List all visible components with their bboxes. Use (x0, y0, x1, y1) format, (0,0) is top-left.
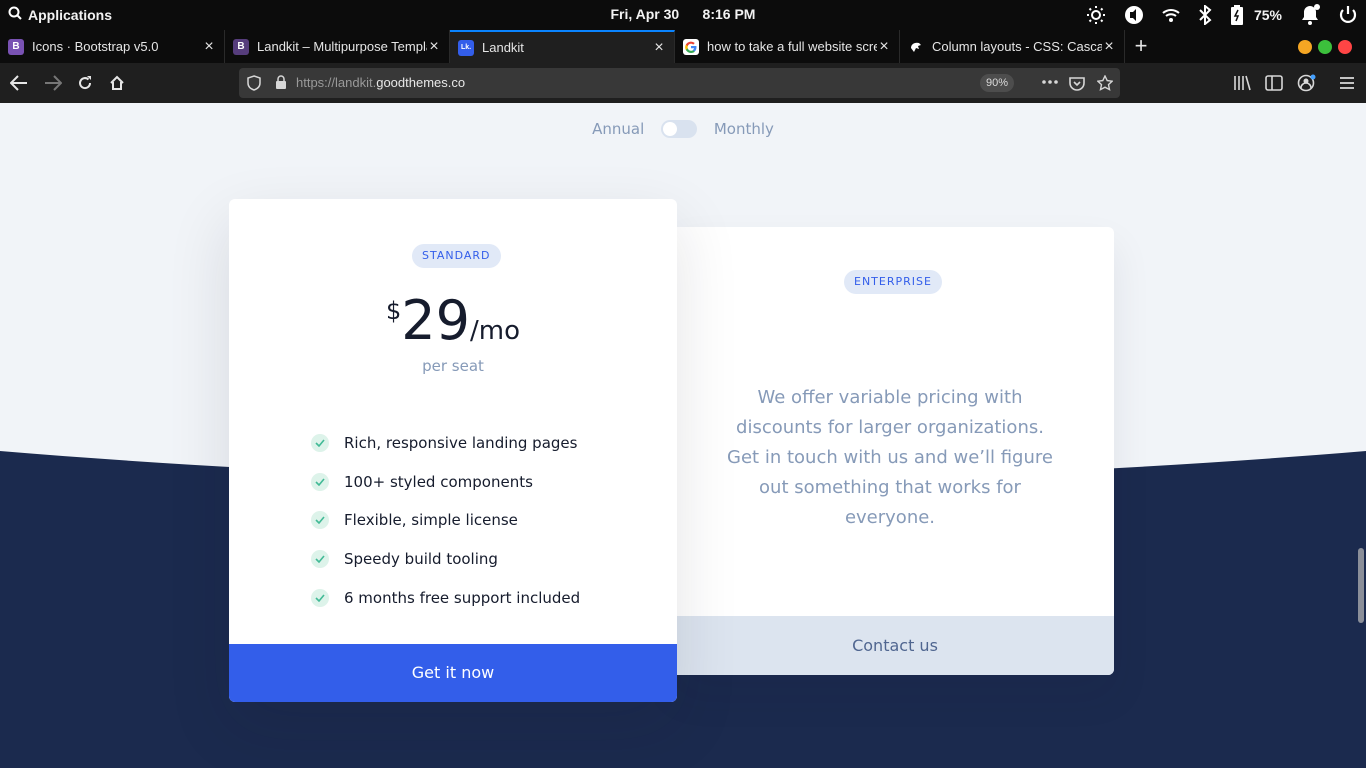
applications-menu[interactable]: Applications (8, 6, 112, 23)
notification-bell-icon[interactable] (1300, 4, 1320, 26)
zoom-level-badge[interactable]: 90% (980, 74, 1015, 92)
price-amount: 29 (401, 289, 470, 352)
checkmark-icon (311, 472, 329, 491)
enterprise-badge: ENTERPRISE (844, 270, 942, 294)
lock-icon[interactable] (275, 75, 287, 95)
feature-label: 100+ styled components (344, 472, 533, 491)
tab-bootstrap-icons[interactable]: B Icons · Bootstrap v5.0 × (0, 30, 225, 63)
tab-google-search[interactable]: how to take a full website screenshot × (675, 30, 900, 63)
feature-label: 6 months free support included (344, 588, 581, 607)
landkit-favicon-icon: Lk. (458, 39, 474, 56)
feature-label: Rich, responsive landing pages (344, 434, 578, 453)
monthly-label: Monthly (713, 119, 774, 138)
reload-button[interactable] (70, 69, 100, 97)
home-icon (110, 75, 124, 90)
billing-period-switch[interactable] (661, 119, 698, 138)
window-controls (1298, 40, 1352, 54)
battery-icon (1230, 5, 1243, 25)
wifi-icon[interactable] (1162, 7, 1180, 23)
bootstrap-favicon-icon: B (233, 38, 249, 55)
contact-us-button[interactable]: Contact us (676, 616, 1114, 675)
close-tab-icon[interactable]: × (202, 38, 216, 56)
system-top-bar: Applications Fri, Apr 30 8:16 PM 75% (0, 0, 1366, 30)
forward-button[interactable] (38, 69, 68, 97)
system-tray: 75% (1086, 4, 1358, 26)
feature-item: 6 months free support included (311, 578, 580, 617)
minimize-button[interactable] (1298, 40, 1312, 54)
page-actions-icon[interactable] (1041, 74, 1059, 95)
battery-indicator[interactable]: 75% (1230, 5, 1282, 25)
search-icon (8, 6, 22, 23)
checkmark-icon (311, 511, 329, 530)
volume-icon[interactable] (1124, 5, 1144, 25)
google-favicon-icon (683, 38, 699, 55)
night-light-icon[interactable] (1086, 5, 1106, 25)
feature-label: Speedy build tooling (344, 550, 498, 569)
tab-title: Landkit (482, 40, 524, 55)
new-tab-button[interactable]: + (1128, 33, 1154, 59)
applications-label: Applications (28, 6, 113, 23)
arrow-left-icon (10, 75, 27, 91)
address-bar[interactable]: https://landkit.goodthemes.co 90% (239, 68, 1120, 98)
tab-landkit-active[interactable]: Lk. Landkit × (450, 30, 675, 63)
url-domain: goodthemes.co (376, 75, 466, 90)
library-icon[interactable] (1233, 75, 1251, 96)
feature-item: 100+ styled components (311, 463, 580, 502)
tab-mdn-columns[interactable]: Column layouts - CSS: Cascading × (900, 30, 1125, 63)
feature-item: Speedy build tooling (311, 540, 580, 579)
tab-title: Icons · Bootstrap v5.0 (32, 39, 159, 54)
billing-toggle-row: Annual Monthly (0, 119, 1366, 138)
feature-item: Rich, responsive landing pages (311, 424, 580, 463)
home-button[interactable] (102, 69, 132, 97)
browser-nav-bar: https://landkit.goodthemes.co 90% (0, 63, 1366, 103)
arrow-right-icon (45, 75, 62, 91)
tab-title: Column layouts - CSS: Cascading (932, 39, 1102, 54)
price: $29/mo (229, 291, 677, 351)
shield-icon[interactable] (247, 75, 261, 96)
bluetooth-icon[interactable] (1198, 5, 1212, 25)
sidebar-icon[interactable] (1265, 75, 1283, 96)
close-tab-icon[interactable]: × (427, 38, 441, 56)
close-tab-icon[interactable]: × (1102, 38, 1116, 56)
annual-label: Annual (592, 119, 645, 138)
close-window-button[interactable] (1338, 40, 1352, 54)
hamburger-menu-icon[interactable] (1339, 76, 1355, 95)
url-text[interactable]: https://landkit.goodthemes.co (296, 75, 465, 90)
mdn-favicon-icon (908, 39, 924, 55)
maximize-button[interactable] (1318, 40, 1332, 54)
enterprise-description: We offer variable pricing with discounts… (727, 387, 1053, 528)
per-seat-label: per seat (422, 357, 484, 375)
bootstrap-favicon-icon: B (8, 38, 24, 55)
account-icon[interactable] (1297, 74, 1317, 97)
standard-pricing-card: STANDARD $29/mo per seat Rich, responsiv… (229, 199, 677, 702)
pocket-icon[interactable] (1069, 75, 1085, 96)
price-period: /mo (470, 316, 520, 346)
page-viewport: Annual Monthly ENTERPRISE We offer varia… (0, 103, 1366, 768)
battery-percent: 75% (1253, 7, 1282, 23)
close-tab-icon[interactable]: × (652, 39, 666, 57)
tab-landkit-template[interactable]: B Landkit – Multipurpose Template × (225, 30, 450, 63)
bookmark-star-icon[interactable] (1096, 74, 1114, 96)
standard-badge: STANDARD (412, 244, 501, 268)
scrollbar-thumb[interactable] (1358, 548, 1364, 623)
browser-tab-bar: B Icons · Bootstrap v5.0 × B Landkit – M… (0, 30, 1366, 63)
price-currency: $ (386, 297, 402, 325)
checkmark-icon (311, 588, 329, 607)
get-it-now-button[interactable]: Get it now (229, 644, 677, 702)
tab-title: Landkit – Multipurpose Template (257, 39, 427, 54)
reload-icon (79, 76, 92, 90)
enterprise-pricing-card: ENTERPRISE We offer variable pricing wit… (676, 227, 1114, 675)
power-icon[interactable] (1338, 5, 1358, 25)
checkmark-icon (311, 434, 329, 453)
feature-label: Flexible, simple license (344, 511, 518, 530)
page-scrollbar[interactable] (1356, 103, 1366, 768)
feature-list: Rich, responsive landing pages 100+ styl… (311, 424, 580, 617)
checkmark-icon (311, 550, 329, 569)
url-prefix: https://landkit. (296, 75, 377, 90)
back-button[interactable] (4, 69, 34, 97)
feature-item: Flexible, simple license (311, 501, 580, 540)
tab-title: how to take a full website screenshot (707, 39, 877, 54)
close-tab-icon[interactable]: × (877, 38, 891, 56)
